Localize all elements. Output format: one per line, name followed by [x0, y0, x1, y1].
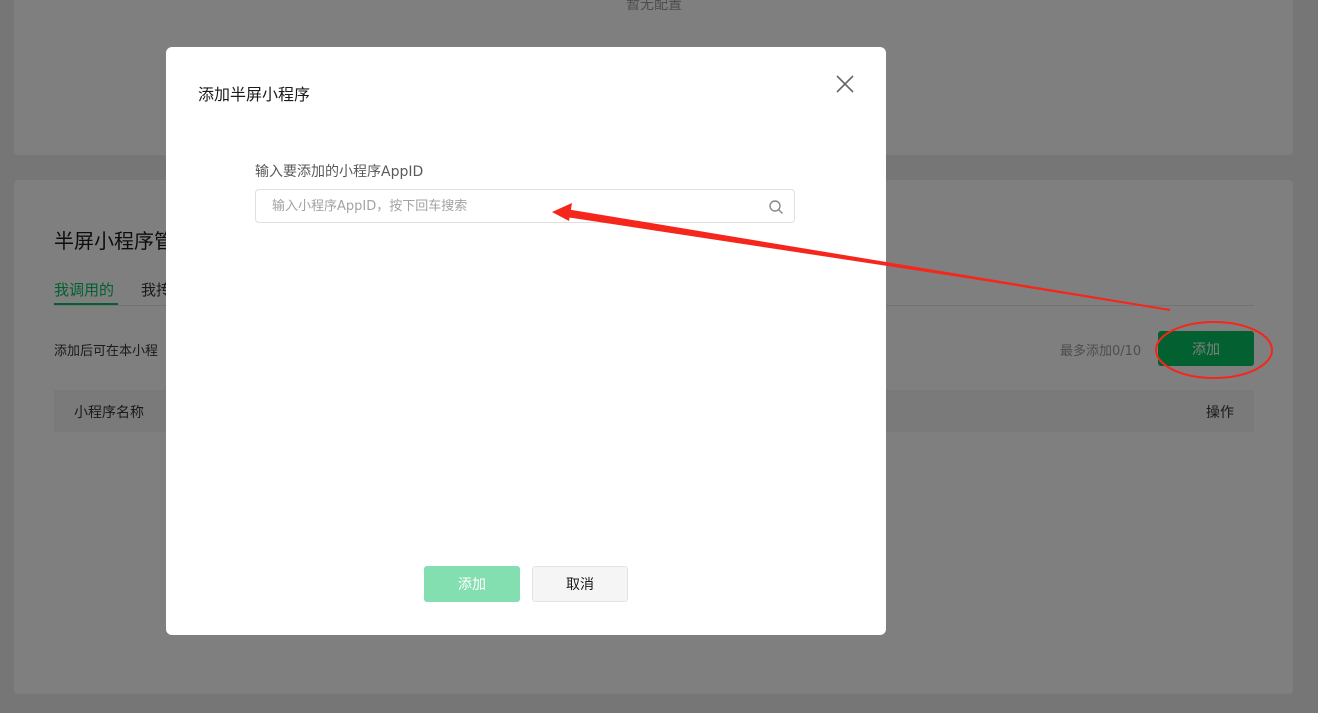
appid-search-input[interactable]	[256, 190, 756, 222]
search-icon[interactable]	[768, 199, 784, 215]
dialog-cancel-button[interactable]: 取消	[532, 566, 628, 602]
add-half-screen-dialog: 添加半屏小程序 输入要添加的小程序AppID 添加 取消	[166, 47, 886, 635]
appid-search-box	[255, 189, 795, 223]
appid-field-label: 输入要添加的小程序AppID	[255, 164, 424, 180]
dialog-title: 添加半屏小程序	[198, 85, 311, 104]
dialog-add-button[interactable]: 添加	[424, 566, 520, 602]
close-icon[interactable]	[833, 72, 857, 96]
